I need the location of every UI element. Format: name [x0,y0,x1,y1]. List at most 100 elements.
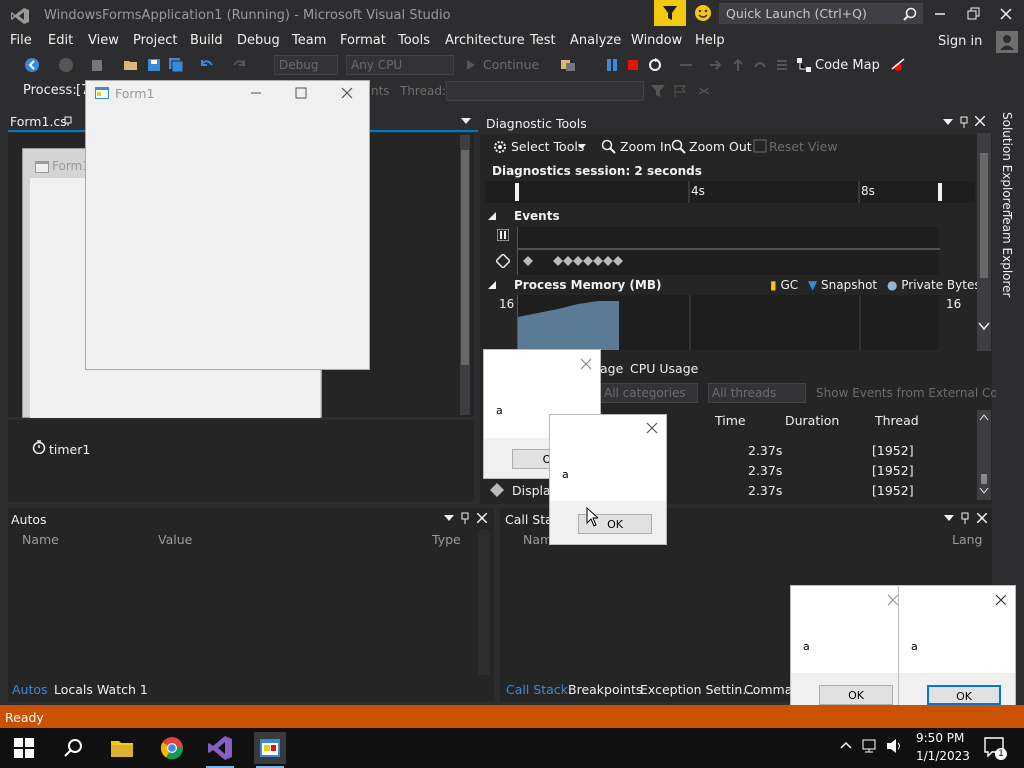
menu-analyze[interactable]: Analyze [570,33,621,48]
code-map-icon[interactable] [796,57,812,73]
pause-events-icon[interactable] [497,229,509,241]
file-explorer-icon[interactable] [106,732,138,764]
gear-icon[interactable] [492,139,508,155]
thread-select[interactable] [446,81,644,101]
tab-form1-cs[interactable]: Form1.cs [10,114,67,129]
collapse-events-icon[interactable] [488,212,496,220]
panel-menu-dropdown-icon[interactable] [944,515,954,521]
menu-architecture[interactable]: Architecture [445,33,525,48]
tab-exception-settings[interactable]: Exception Settin... [640,682,754,697]
component-tray[interactable] [8,420,474,502]
redo-icon[interactable] [232,57,248,73]
collapse-memory-icon[interactable] [488,281,496,289]
menu-help[interactable]: Help [695,33,725,48]
panel-close-icon[interactable] [977,513,987,523]
zoom-in-button[interactable]: Zoom In [620,139,672,154]
column-header-duration[interactable]: Duration [785,413,839,428]
tab-memory-usage[interactable]: age [600,361,623,376]
editor-scroll-thumb[interactable] [461,150,469,365]
zoom-out-button[interactable]: Zoom Out [689,139,752,154]
column-header-value[interactable]: Value [158,532,192,547]
menu-file[interactable]: File [10,33,32,48]
break-all-icon[interactable] [604,57,620,73]
thread-filter[interactable]: All threads [708,383,806,403]
save-all-icon[interactable] [168,57,184,73]
tab-locals[interactable]: Locals [54,682,93,697]
column-header-type[interactable]: Type [432,532,461,547]
solution-configuration-select[interactable]: Debug [274,55,338,75]
search-icon[interactable] [63,738,83,758]
column-header-name[interactable]: Nam [523,532,552,547]
visual-studio-taskbar-icon[interactable] [204,732,236,768]
tab-list-dropdown-icon[interactable] [461,118,471,124]
tab-watch-1[interactable]: Watch 1 [97,682,148,697]
process-icon[interactable] [560,57,576,73]
panel-menu-dropdown-icon[interactable] [943,119,953,125]
auto-hide-pin-icon[interactable] [460,512,470,524]
message-box[interactable]: a OK [898,585,1016,716]
menu-tools[interactable]: Tools [398,33,430,48]
save-icon[interactable] [146,57,162,73]
close-icon[interactable] [340,86,354,100]
panel-menu-dropdown-icon[interactable] [444,515,454,521]
open-file-icon[interactable] [123,57,139,73]
feedback-smiley-icon[interactable] [694,4,712,22]
quick-launch-input[interactable]: Quick Launch (Ctrl+Q) [719,3,923,24]
show-hidden-icons-chevron-icon[interactable] [840,741,852,749]
close-icon[interactable] [646,422,658,434]
notification-filter-button[interactable] [654,0,686,26]
undo-icon[interactable] [198,57,214,73]
column-header-time[interactable]: Time [715,413,746,428]
tab-cpu-usage[interactable]: CPU Usage [630,361,698,376]
process-memory-graph[interactable] [517,295,939,350]
menu-debug[interactable]: Debug [237,33,280,48]
navigate-back-icon[interactable] [24,57,40,73]
side-tab-solution-explorer[interactable]: Solution Explorer [1000,112,1014,215]
message-box[interactable]: a OK [549,414,667,545]
menu-project[interactable]: Project [133,33,177,48]
menu-format[interactable]: Format [340,33,386,48]
message-box[interactable]: a OK [790,585,908,716]
close-icon[interactable] [580,358,592,370]
solution-platform-select[interactable]: Any CPU [346,55,454,75]
network-icon[interactable] [862,738,880,754]
tab-breakpoints[interactable]: Breakpoints [568,682,642,697]
column-header-name[interactable]: Name [22,532,59,547]
reset-view-button[interactable]: Reset View [769,139,838,154]
ok-button[interactable]: OK [819,685,893,705]
step-into-icon[interactable] [708,57,724,73]
filter-icon[interactable] [650,83,666,99]
hex-display-icon[interactable] [774,57,790,73]
panel-close-icon[interactable] [975,116,985,126]
diagnostics-scrollbar[interactable] [977,133,991,351]
tab-call-stack[interactable]: Call Stack [506,682,568,697]
taskbar-clock-time[interactable]: 9:50 PM [916,731,964,745]
events-grid-scrollbar[interactable] [977,410,991,500]
continue-button[interactable]: Continue [483,57,539,72]
menu-team[interactable]: Team [292,33,326,48]
menu-build[interactable]: Build [190,33,223,48]
zoom-in-icon[interactable] [601,139,617,155]
winforms-app-taskbar-icon[interactable] [254,732,286,768]
column-header-language[interactable]: Lang [952,532,982,547]
step-over-icon[interactable] [730,57,746,73]
step-out-icon[interactable] [752,57,768,73]
minimize-icon[interactable] [930,5,950,23]
taskbar-clock-date[interactable]: 1/1/2023 [916,749,970,763]
zoom-out-icon[interactable] [671,139,687,155]
breakpoint-disable-icon[interactable] [890,57,906,73]
menu-test[interactable]: Test [530,33,556,48]
timeline-ruler[interactable] [485,181,975,203]
show-threads-icon[interactable] [696,83,712,99]
show-external-code-toggle[interactable]: Show Events from External Code [816,386,1013,400]
column-header-thread[interactable]: Thread [875,413,919,428]
navigate-forward-icon[interactable] [58,57,74,73]
select-tools-button[interactable]: Select Tools [511,139,584,154]
panel-close-icon[interactable] [477,513,487,523]
event-category-filter[interactable]: All categories [600,383,698,403]
close-icon[interactable] [996,5,1016,23]
new-project-icon[interactable] [90,57,106,73]
user-avatar-icon[interactable] [996,31,1018,53]
windows-start-icon[interactable] [14,738,34,758]
auto-hide-pin-icon[interactable] [960,512,970,524]
